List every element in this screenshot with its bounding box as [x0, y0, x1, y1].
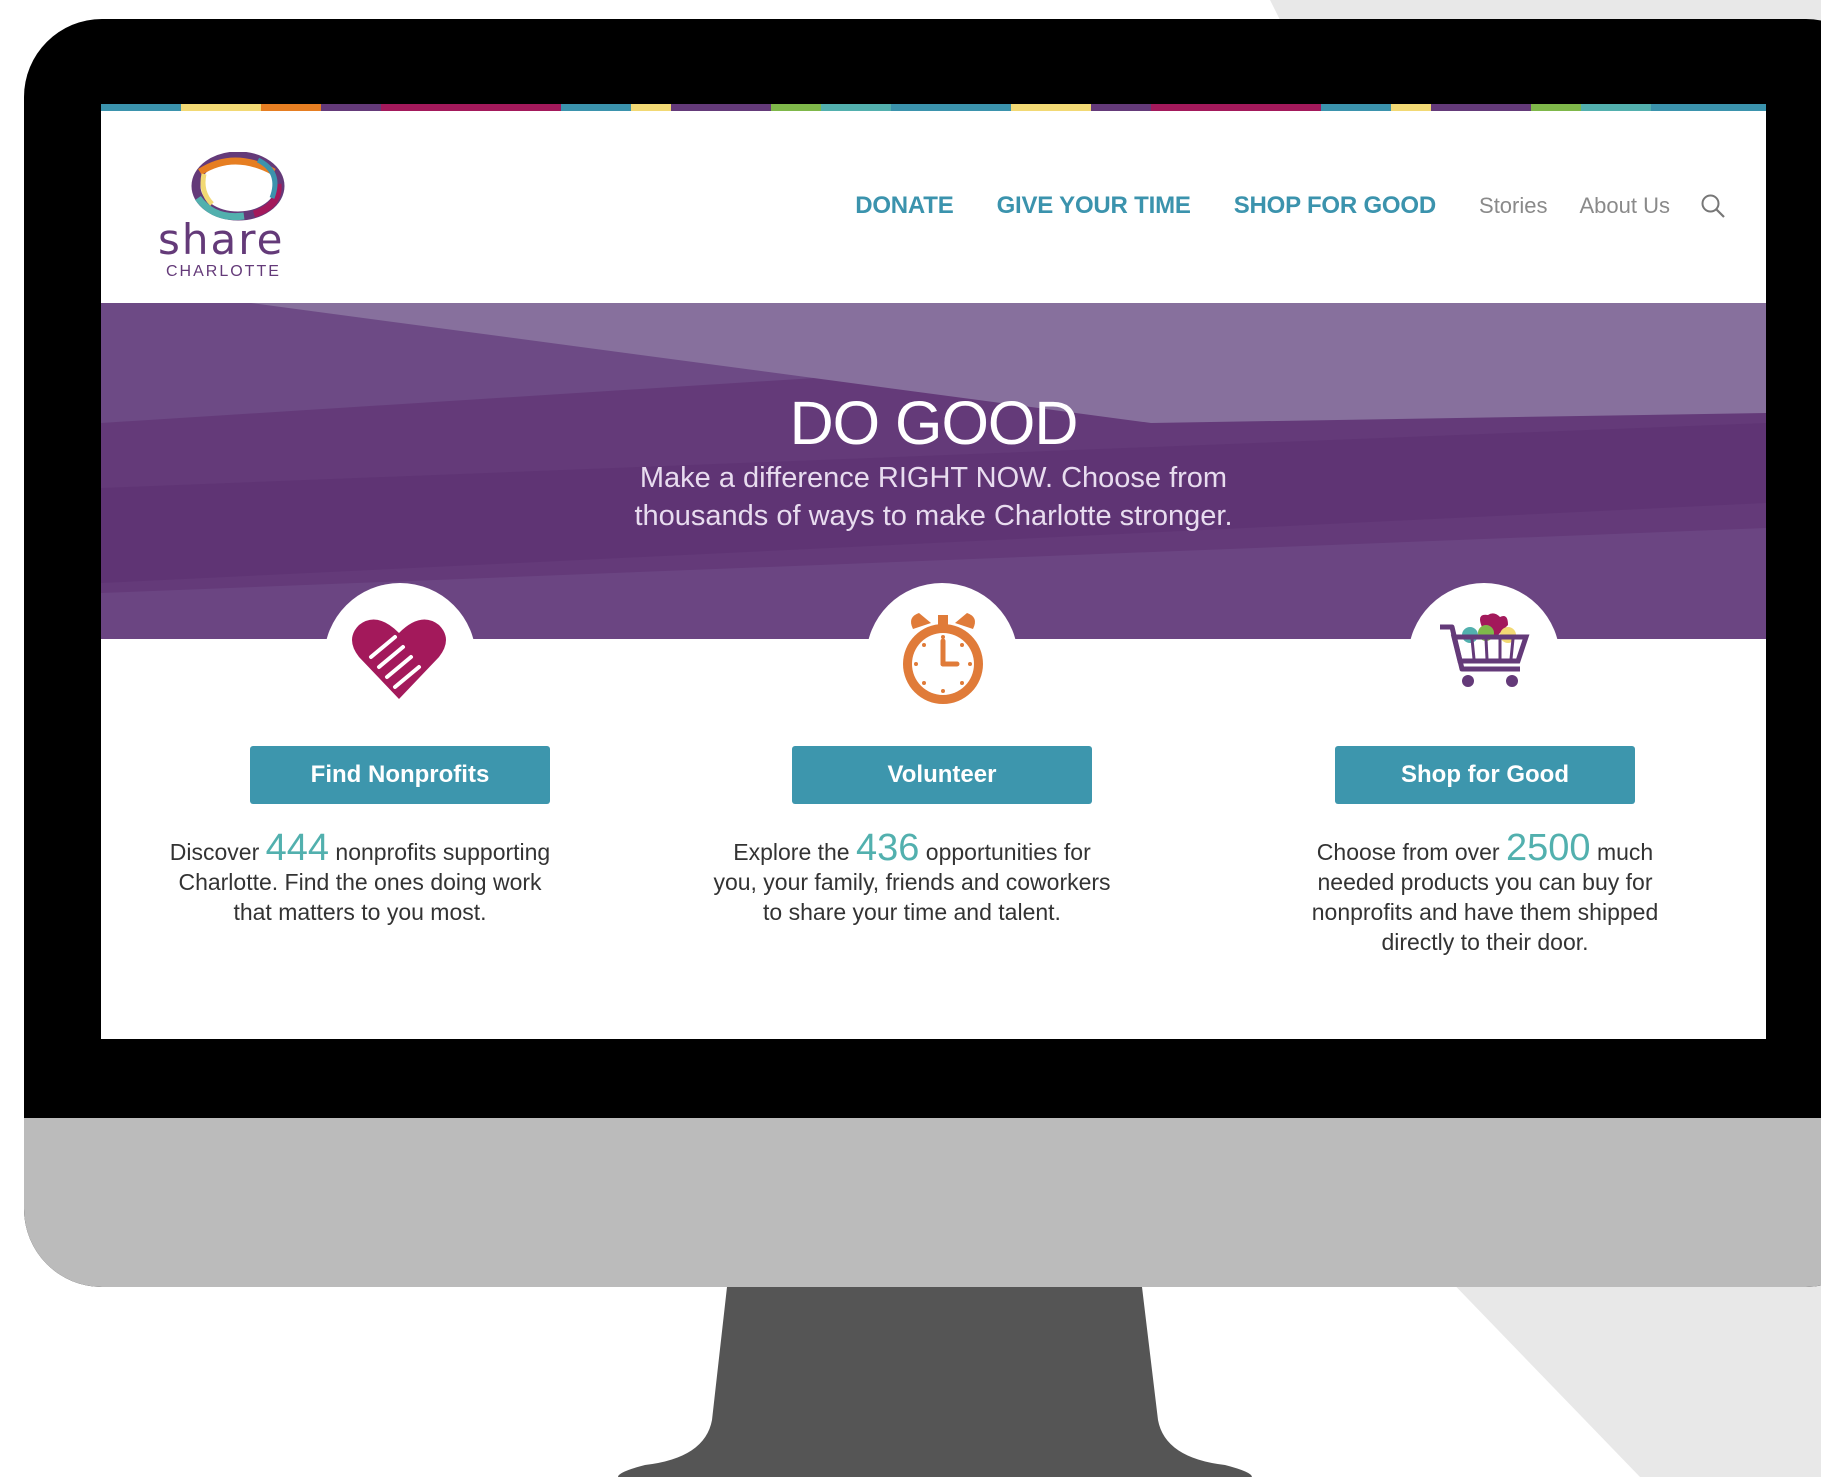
desc-post: much: [1596, 839, 1654, 865]
volunteer-button[interactable]: Volunteer: [792, 746, 1092, 804]
desc-line: you, your family, friends and coworkers: [713, 869, 1111, 895]
shop-for-good-description: Choose from over 2500 much needed produc…: [1285, 829, 1685, 957]
color-stripe: [101, 104, 1766, 111]
logo-word: share: [158, 215, 284, 264]
desc-line: to share your time and talent.: [763, 899, 1061, 925]
alarm-clock-icon: [903, 613, 983, 704]
browser-screen: share CHARLOTTE DONATE GIVE YOUR TIME SH…: [101, 104, 1766, 1039]
scene: share CHARLOTTE DONATE GIVE YOUR TIME SH…: [0, 0, 1821, 1477]
search-icon[interactable]: [1700, 193, 1726, 219]
heart-handshake-icon: [352, 619, 446, 699]
nav-stories[interactable]: Stories: [1479, 193, 1547, 219]
desc-pre: Choose from over: [1316, 839, 1500, 865]
nav-shop-for-good[interactable]: SHOP FOR GOOD: [1234, 192, 1437, 220]
share-charlotte-logo[interactable]: share CHARLOTTE: [154, 151, 334, 282]
desc-post: opportunities for: [925, 839, 1091, 865]
desc-pre: Explore the: [733, 839, 850, 865]
opportunity-count: 436: [856, 827, 920, 869]
desc-line: nonprofits and have them shipped: [1311, 899, 1659, 925]
nav-donate[interactable]: DONATE: [855, 192, 954, 220]
desc-line: Choose from over 2500 much: [1285, 829, 1685, 867]
logo-ring-icon: share CHARLOTTE: [158, 151, 285, 280]
logo-subtitle: CHARLOTTE: [166, 263, 281, 280]
main-nav: DONATE GIVE YOUR TIME SHOP FOR GOOD Stor…: [855, 192, 1726, 220]
monitor-chin: [24, 1118, 1821, 1287]
desc-post: nonprofits supporting: [335, 839, 551, 865]
desc-line: directly to their door.: [1381, 929, 1589, 955]
desc-line: Explore the 436 opportunities for: [702, 829, 1122, 867]
shop-for-good-button[interactable]: Shop for Good: [1335, 746, 1635, 804]
desc-pre: Discover: [169, 839, 260, 865]
hero-subtitle-line-1: Make a difference RIGHT NOW. Choose from: [639, 462, 1228, 494]
shopping-cart-icon: [1440, 613, 1530, 687]
nav-about-us[interactable]: About Us: [1580, 193, 1671, 219]
product-count: 2500: [1506, 827, 1591, 869]
find-nonprofits-button[interactable]: Find Nonprofits: [250, 746, 550, 804]
nav-give-your-time[interactable]: GIVE YOUR TIME: [997, 192, 1191, 220]
desc-line: needed products you can buy for: [1317, 869, 1653, 895]
site-header: share CHARLOTTE DONATE GIVE YOUR TIME SH…: [101, 111, 1766, 303]
desc-line: Discover 444 nonprofits supporting: [160, 829, 560, 867]
hero-subtitle: Make a difference RIGHT NOW. Choose from…: [101, 459, 1766, 535]
desc-line: Charlotte. Find the ones doing work: [178, 869, 542, 895]
volunteer-description: Explore the 436 opportunities for you, y…: [702, 829, 1122, 927]
find-nonprofits-description: Discover 444 nonprofits supporting Charl…: [160, 829, 560, 927]
hero-subtitle-line-2: thousands of ways to make Charlotte stro…: [634, 500, 1233, 532]
nonprofit-count: 444: [265, 827, 330, 869]
desc-line: that matters to you most.: [233, 899, 487, 925]
hero-title: DO GOOD: [789, 389, 1079, 457]
